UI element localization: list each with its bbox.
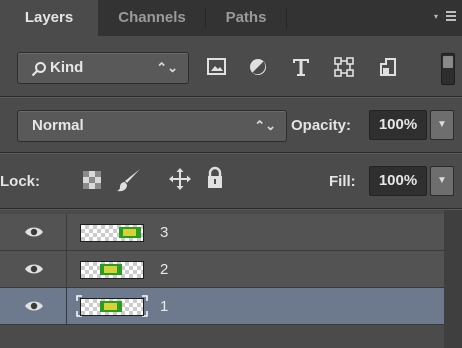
- tab-channels[interactable]: Channels: [99, 0, 205, 36]
- filter-kind-label: Kind: [50, 59, 84, 76]
- lock-transparent-pixels-icon[interactable]: [82, 170, 102, 190]
- visibility-toggle[interactable]: [0, 251, 67, 287]
- smart-object-filter-icon[interactable]: [377, 56, 399, 78]
- layer-name[interactable]: 2: [160, 251, 168, 289]
- adjustment-layer-filter-icon[interactable]: [247, 56, 269, 78]
- opacity-label: Opacity:: [291, 117, 352, 134]
- thumbnail-content: [119, 227, 141, 238]
- layers-scrollbar[interactable]: [444, 210, 462, 348]
- lock-position-move-icon[interactable]: [168, 167, 192, 191]
- pixel-layer-filter-icon[interactable]: [206, 56, 228, 78]
- triangle-down-icon: ▼: [437, 175, 447, 186]
- filter-kind-dropdown[interactable]: Kind ⌃⌄: [17, 52, 189, 84]
- visibility-toggle[interactable]: [0, 288, 67, 324]
- divider: [0, 97, 462, 98]
- layer-row-selected[interactable]: 1: [0, 288, 444, 325]
- eye-icon: [25, 301, 43, 311]
- layer-name[interactable]: 3: [160, 214, 168, 252]
- tab-paths[interactable]: Paths: [206, 0, 286, 36]
- hamburger-menu-icon: [446, 11, 456, 23]
- chevron-updown-icon: ⌃⌄: [254, 118, 276, 133]
- layer-row[interactable]: 2: [0, 251, 444, 288]
- tab-layers[interactable]: Layers: [0, 0, 98, 36]
- triangle-down-icon: ▾: [434, 12, 439, 21]
- layer-thumbnail: [80, 298, 144, 316]
- divider: [0, 209, 462, 210]
- panel-tab-bar: Layers Channels Paths ▾: [0, 0, 462, 36]
- shape-layer-filter-icon[interactable]: [333, 56, 355, 78]
- layer-thumbnail: [80, 261, 144, 279]
- visibility-toggle[interactable]: [0, 214, 67, 250]
- panel-menu-button[interactable]: ▾: [434, 9, 456, 27]
- thumbnail-content: [100, 301, 122, 312]
- search-icon: [31, 62, 46, 77]
- chevron-updown-icon: ⌃⌄: [156, 60, 178, 75]
- lock-label: Lock:: [0, 173, 41, 190]
- layers-panel: Layers Channels Paths ▾ Kind ⌃⌄ Normal ⌃…: [0, 0, 462, 348]
- layer-name[interactable]: 1: [160, 288, 168, 326]
- triangle-down-icon: ▼: [437, 119, 447, 130]
- tab-separator: [286, 8, 287, 28]
- eye-icon: [25, 227, 43, 237]
- filter-toggle-switch[interactable]: [441, 53, 455, 85]
- opacity-input[interactable]: 100%: [369, 110, 427, 140]
- eye-icon: [25, 264, 43, 274]
- layer-row[interactable]: 3: [0, 214, 444, 251]
- lock-image-pixels-icon[interactable]: [116, 167, 142, 193]
- layer-thumbnail: [80, 224, 144, 242]
- opacity-slider-button[interactable]: ▼: [430, 110, 454, 140]
- fill-label: Fill:: [329, 173, 356, 190]
- type-layer-filter-icon[interactable]: [290, 56, 312, 78]
- toggle-knob: [443, 56, 453, 68]
- divider: [0, 153, 462, 154]
- thumbnail-content: [100, 264, 122, 275]
- lock-all-padlock-icon[interactable]: [206, 166, 224, 190]
- fill-slider-button[interactable]: ▼: [430, 166, 454, 196]
- blend-mode-dropdown[interactable]: Normal ⌃⌄: [17, 110, 287, 142]
- blend-mode-label: Normal: [32, 117, 84, 134]
- fill-input[interactable]: 100%: [369, 166, 427, 196]
